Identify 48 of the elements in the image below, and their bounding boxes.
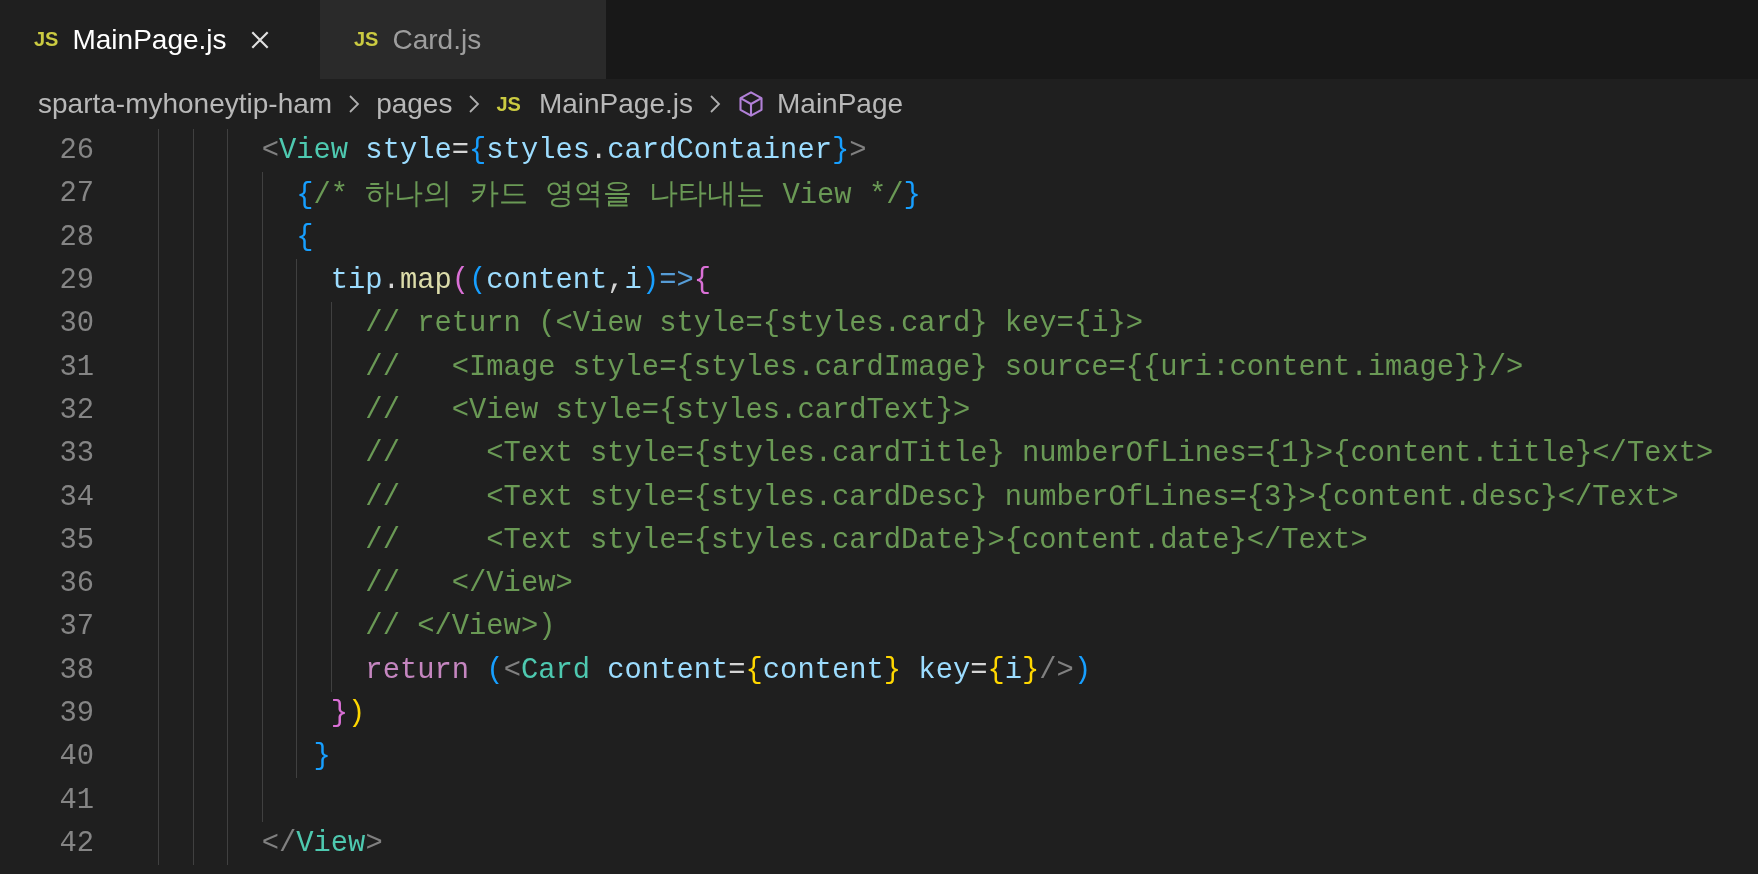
js-file-icon: JS [34, 28, 59, 51]
line-number: 28 [58, 220, 94, 254]
breadcrumb-item[interactable]: sparta-myhoneytip-ham [38, 88, 333, 120]
line-number: 35 [58, 523, 94, 557]
code-line: tip.map((content,i)=>{ [329, 264, 711, 298]
line-number: 34 [58, 480, 94, 514]
code-line: // return (<View style={styles.card} key={i}> [364, 307, 1143, 341]
line-number: 33 [58, 437, 94, 471]
breadcrumb-item[interactable]: pages [376, 88, 453, 120]
chevron-right-icon [709, 94, 721, 114]
line-number: 30 [58, 307, 94, 341]
chevron-right-icon [468, 94, 481, 114]
code-line: // <Text style={styles.cardDate}>{content.date}</Text> [364, 523, 1368, 557]
code-line: { [295, 220, 314, 254]
line-number: 38 [58, 653, 94, 687]
line-number: 26 [58, 134, 94, 168]
code-line: <View style={styles.cardContainer}> [260, 134, 867, 168]
code-line: return (<Card content={content} key={i}/>) [364, 653, 1092, 687]
code-line: }) [329, 697, 366, 730]
line-number: 29 [58, 264, 94, 298]
code-line: {/* 하나의 카드 영역을 나타내는 View */} [295, 177, 921, 214]
js-file-icon: JS [354, 28, 379, 51]
line-number: 31 [58, 350, 94, 384]
editor-tab[interactable]: JS MainPage.js [0, 0, 320, 79]
js-file-icon: JS [496, 92, 521, 116]
line-number: 41 [58, 783, 94, 817]
code-line: // </View> [364, 567, 573, 601]
breadcrumb-item[interactable]: MainPage [777, 88, 904, 120]
code-line: // </View>) [364, 610, 556, 644]
breadcrumb-item[interactable]: MainPage.js [538, 88, 693, 120]
tab-label: Card.js [392, 23, 482, 56]
line-number: 42 [58, 826, 94, 860]
code-line: // <View style={styles.cardText}> [364, 393, 971, 427]
code-line: </View> [260, 826, 383, 860]
line-number: 39 [58, 697, 94, 730]
cube-icon [737, 90, 765, 118]
line-number: 27 [58, 177, 94, 211]
code-line: // <Image style={styles.cardImage} source={{uri:content.image}}/> [364, 350, 1524, 384]
line-number: 36 [58, 567, 94, 601]
editor-tab[interactable]: JS Card.js [320, 0, 606, 79]
code-line: } [312, 740, 331, 774]
code-line: // <Text style={styles.cardTitle} numberOfLines={1}>{content.title}</Text> [364, 437, 1714, 471]
line-number: 37 [58, 610, 94, 644]
chevron-right-icon [348, 94, 361, 114]
line-number: 32 [58, 393, 94, 427]
tab-label: MainPage.js [72, 23, 227, 56]
line-number: 40 [58, 740, 94, 774]
code-line: // <Text style={styles.cardDesc} numberOfLines={3}>{content.desc}</Text> [364, 480, 1679, 514]
